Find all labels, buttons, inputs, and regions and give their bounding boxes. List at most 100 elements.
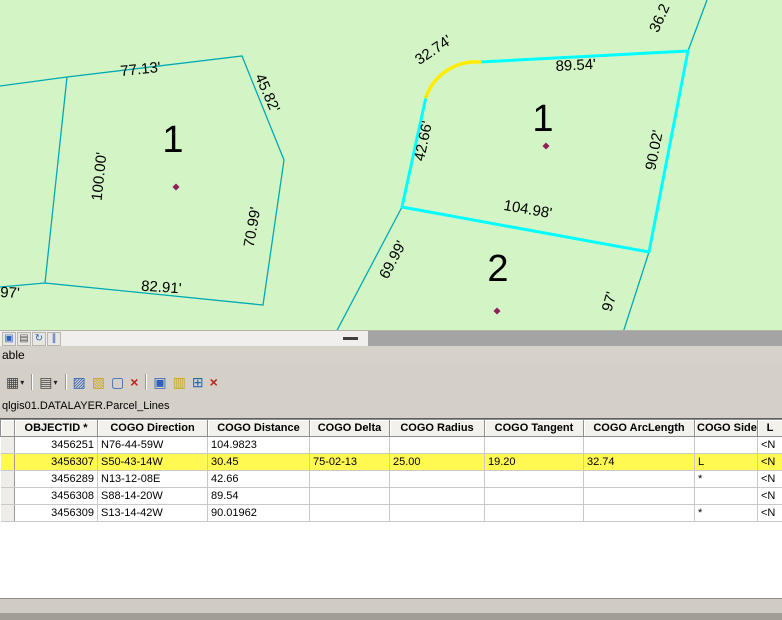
cell-cogo-delta[interactable] <box>309 504 390 522</box>
cell-objectid[interactable]: 3456289 <box>14 470 98 488</box>
cell-cogo-tangent[interactable] <box>484 487 584 505</box>
cell-cogo-direction[interactable]: S50-43-14W <box>97 453 208 471</box>
cell-cogo-radius[interactable]: 25.00 <box>389 453 485 471</box>
cell-cogo-arclength[interactable] <box>583 470 695 488</box>
switch-selection-button[interactable]: ▧ <box>89 372 108 392</box>
cell-cogo-tangent[interactable] <box>484 436 584 454</box>
refresh-button[interactable]: ↻ <box>32 332 46 346</box>
dimension-label: ' <box>0 71 7 85</box>
table-row: 3456251 N76-44-59W 104.9823 <N <box>0 436 782 454</box>
cell-cogo-side[interactable] <box>694 436 758 454</box>
cell-l[interactable]: <N <box>757 504 782 522</box>
cell-objectid[interactable]: 3456251 <box>14 436 98 454</box>
row-selector-cell[interactable] <box>0 436 15 454</box>
cell-cogo-tangent[interactable] <box>484 470 584 488</box>
delete-selected-icon: × <box>130 374 139 390</box>
cell-l[interactable]: <N <box>757 436 782 454</box>
cell-cogo-arclength[interactable] <box>583 487 695 505</box>
cell-cogo-direction[interactable]: S88-14-20W <box>97 487 208 505</box>
attribute-grid[interactable]: OBJECTID * COGO Direction COGO Distance COG… <box>0 418 782 598</box>
clear-selection-button[interactable]: ▢ <box>108 372 127 392</box>
column-header-objectid[interactable]: OBJECTID * <box>14 419 98 437</box>
map-view[interactable]: 77.13' 45.82' 100.00' 70.99' 82.91' ' 97' 32.74… <box>0 0 782 330</box>
column-header-cogo-direction[interactable]: COGO Direction <box>97 419 208 437</box>
zoom-to-selected-button[interactable]: ▥ <box>170 372 189 392</box>
select-by-attributes-button[interactable]: ▨ <box>70 372 89 392</box>
cell-cogo-radius[interactable] <box>389 470 485 488</box>
cell-objectid[interactable]: 3456308 <box>14 487 98 505</box>
row-selector-cell[interactable] <box>0 504 15 522</box>
cell-cogo-arclength[interactable]: 32.74 <box>583 453 695 471</box>
cell-l[interactable]: <N <box>757 487 782 505</box>
table-row: 3456289 N13-12-08E 42.66 * <N <box>0 470 782 488</box>
highlight-selected-button[interactable]: ▣ <box>150 372 169 392</box>
cell-cogo-distance[interactable]: 104.9823 <box>207 436 310 454</box>
cell-cogo-distance[interactable]: 89.54 <box>207 487 310 505</box>
parcel-line[interactable] <box>0 76 68 87</box>
column-header-cogo-distance[interactable]: COGO Distance <box>207 419 310 437</box>
row-selector-cell[interactable] <box>0 453 15 471</box>
cell-l[interactable]: <N <box>757 453 782 471</box>
cell-cogo-distance[interactable]: 42.66 <box>207 470 310 488</box>
column-header-cogo-radius[interactable]: COGO Radius <box>389 419 485 437</box>
cell-cogo-side[interactable]: L <box>694 453 758 471</box>
dimension-label: 69.99' <box>376 238 410 282</box>
row-selector-cell[interactable] <box>0 470 15 488</box>
data-view-button[interactable]: ▣ <box>2 332 16 346</box>
selected-arc-feature[interactable] <box>424 60 482 99</box>
cell-cogo-arclength[interactable] <box>583 504 695 522</box>
table-title: able <box>2 348 25 362</box>
cell-cogo-arclength[interactable] <box>583 436 695 454</box>
column-header-cogo-side[interactable]: COGO Side <box>694 419 758 437</box>
cell-cogo-delta[interactable] <box>309 487 390 505</box>
cell-cogo-radius[interactable] <box>389 436 485 454</box>
cell-cogo-direction[interactable]: N76-44-59W <box>97 436 208 454</box>
cell-cogo-delta[interactable] <box>309 436 390 454</box>
parcel-number-label: 1 <box>532 98 553 140</box>
cell-objectid[interactable]: 3456307 <box>14 453 98 471</box>
delete-field-button[interactable]: × <box>207 372 221 392</box>
delete-selected-button[interactable]: × <box>127 372 141 392</box>
column-header-cogo-tangent[interactable]: COGO Tangent <box>484 419 584 437</box>
column-header-cogo-arclength[interactable]: COGO ArcLength <box>583 419 695 437</box>
zoom-to-selected-icon: ▥ <box>172 374 186 390</box>
table-titlebar[interactable]: able <box>0 346 782 363</box>
cell-cogo-tangent[interactable] <box>484 504 584 522</box>
splitter-handle[interactable] <box>343 337 358 340</box>
cell-cogo-distance[interactable]: 30.45 <box>207 453 310 471</box>
column-header-l[interactable]: L <box>757 419 782 437</box>
cell-cogo-tangent[interactable]: 19.20 <box>484 453 584 471</box>
row-selector-header[interactable] <box>0 419 15 437</box>
cell-cogo-direction[interactable]: S13-14-42W <box>97 504 208 522</box>
cell-cogo-side[interactable]: * <box>694 504 758 522</box>
related-tables-button[interactable]: ▤ ▾ <box>36 372 60 392</box>
layout-view-button[interactable]: ▤ <box>17 332 31 346</box>
parcel-line[interactable] <box>620 251 650 330</box>
table-options-button[interactable]: ▦ ▾ <box>3 372 27 392</box>
layer-name-bar: qlgis01.DATALAYER.Parcel_Lines <box>0 396 782 416</box>
cell-cogo-radius[interactable] <box>389 487 485 505</box>
cell-l[interactable]: <N <box>757 470 782 488</box>
cell-cogo-side[interactable]: * <box>694 470 758 488</box>
cell-cogo-radius[interactable] <box>389 504 485 522</box>
centroid-marker-icon <box>172 183 180 191</box>
dimension-label: 104.98' <box>502 197 553 222</box>
refresh-icon: ↻ <box>34 333 44 344</box>
delete-field-icon: × <box>209 374 218 390</box>
cell-objectid[interactable]: 3456309 <box>14 504 98 522</box>
dimension-label: 90.02' <box>642 129 666 172</box>
parcel-line[interactable] <box>687 0 708 52</box>
select-by-attributes-icon: ▨ <box>72 374 86 390</box>
cell-cogo-distance[interactable]: 90.01962 <box>207 504 310 522</box>
row-selector-cell[interactable] <box>0 487 15 505</box>
highlight-selected-icon: ▣ <box>153 374 167 390</box>
switch-selection-icon: ▧ <box>91 374 105 390</box>
pause-drawing-button[interactable]: ∥ <box>47 332 61 346</box>
cell-cogo-direction[interactable]: N13-12-08E <box>97 470 208 488</box>
cell-cogo-side[interactable] <box>694 487 758 505</box>
cell-cogo-delta[interactable]: 75-02-13 <box>309 453 390 471</box>
column-header-cogo-delta[interactable]: COGO Delta <box>309 419 390 437</box>
cell-cogo-delta[interactable] <box>309 470 390 488</box>
parcel-line[interactable] <box>44 55 285 306</box>
add-field-button[interactable]: ⊞ <box>189 372 207 392</box>
